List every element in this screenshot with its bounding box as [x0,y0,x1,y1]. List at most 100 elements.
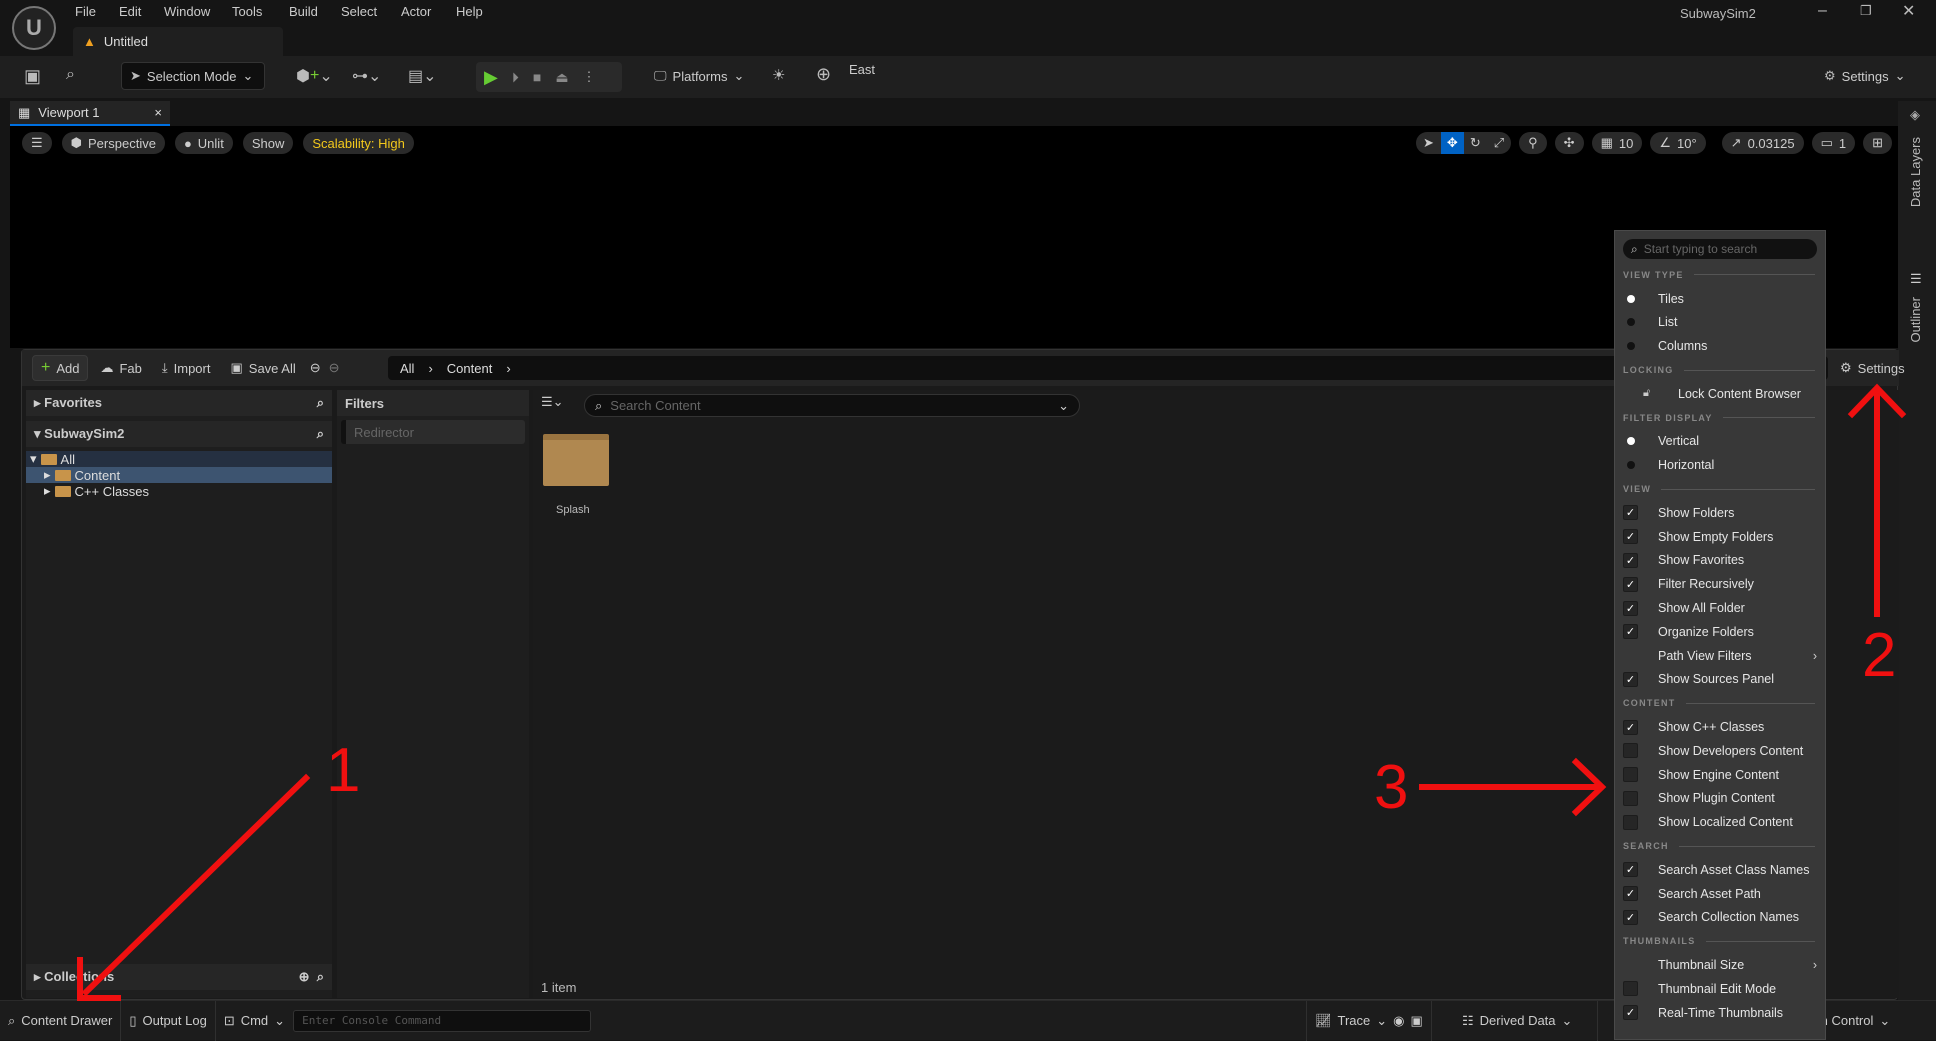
menu-item-show-engine-content[interactable]: Show Engine Content [1615,763,1825,787]
folder-tile-icon[interactable] [543,434,609,486]
fab-button[interactable]: ☁Fab [92,354,149,382]
derived-data-button[interactable]: ☷Derived Data⌄ [1454,1001,1598,1041]
menu-item-vertical[interactable]: Vertical [1615,430,1825,454]
more-options-icon[interactable]: ⋮ [583,69,596,85]
checkbox-checked[interactable]: ✓ [1623,577,1638,592]
grid-snap-button[interactable]: ▦10 [1592,132,1643,154]
data-layers-tab[interactable]: Data Layers [1908,137,1923,207]
menu-item-thumbnail-size[interactable]: Thumbnail Size› [1615,953,1825,977]
menu-item-show-c-classes[interactable]: ✓Show C++ Classes [1615,715,1825,739]
unreal-logo-icon[interactable]: U [12,6,56,50]
menu-item-show-plugin-content[interactable]: Show Plugin Content [1615,787,1825,811]
menu-window[interactable]: Window [164,4,210,19]
add-actor-icon[interactable]: ⬢+⌄ [296,66,333,86]
menu-item-show-favorites[interactable]: ✓Show Favorites [1615,549,1825,573]
menu-help[interactable]: Help [456,4,483,19]
camera-speed-button[interactable]: ▭1 [1812,132,1856,154]
menu-tools[interactable]: Tools [232,4,262,19]
menu-search-input[interactable]: ⌕Start typing to search [1623,239,1817,259]
filter-dropdown-icon[interactable]: ☰⌄ [541,394,564,410]
menu-item-real-time-thumbnails[interactable]: ✓Real-Time Thumbnails [1615,1001,1825,1025]
tree-item-cpp-classes[interactable]: ▸C++ Classes [26,483,332,499]
settings-toolbar-button[interactable]: ⚙ Settings ⌄ [1816,62,1914,90]
menu-item-filter-recursively[interactable]: ✓Filter Recursively [1615,572,1825,596]
minimize-icon[interactable]: – [1818,2,1827,20]
asset-tile-label[interactable]: Splash [556,504,590,516]
menu-item-lock-content-browser[interactable]: 🔓︎Lock Content Browser [1615,382,1825,406]
checkbox-unchecked[interactable] [1623,791,1638,806]
checkbox-unchecked[interactable] [1623,767,1638,782]
checkbox-checked[interactable]: ✓ [1623,505,1638,520]
close-window-icon[interactable]: ✕ [1902,1,1915,21]
breadcrumb-all[interactable]: All [400,361,414,376]
eject-icon[interactable]: ⏏ [555,69,568,86]
collections-section[interactable]: ▸ Collections⊕ ⌕ [26,964,332,990]
menu-item-search-asset-path[interactable]: ✓Search Asset Path [1615,882,1825,906]
breadcrumb-content[interactable]: Content [447,361,493,376]
menu-item-thumbnail-edit-mode[interactable]: Thumbnail Edit Mode [1615,977,1825,1001]
document-tab[interactable]: ▲ Untitled [73,27,283,56]
favorites-section[interactable]: ▸ Favorites⌕ [26,390,332,416]
checkbox-checked[interactable]: ✓ [1623,1005,1638,1020]
platforms-button[interactable]: 🖵 Platforms ⌄ [646,62,752,90]
menu-item-tiles[interactable]: Tiles [1615,287,1825,311]
checkbox-checked[interactable]: ✓ [1623,624,1638,639]
project-section[interactable]: ▾ SubwaySim2⌕ [26,421,332,447]
back-icon[interactable]: ⊖ [310,360,321,376]
crosshair-icon[interactable]: ⊕ [816,64,831,85]
menu-edit[interactable]: Edit [119,4,141,19]
checkbox-checked[interactable]: ✓ [1623,529,1638,544]
menu-actor[interactable]: Actor [401,4,431,19]
trace-button[interactable]: 📈︎Trace⌄◉▣ [1306,1001,1432,1041]
screenshot-icon[interactable]: ▣ [1411,1013,1423,1029]
search-content-input[interactable]: ⌕ Search Content ⌄ [584,394,1080,417]
scalability-button[interactable]: Scalability: High [303,132,414,154]
output-log-button[interactable]: ▯Output Log [121,1001,215,1041]
content-browser-settings-button[interactable]: ⚙Settings [1832,354,1913,382]
checkbox-checked[interactable]: ✓ [1623,720,1638,735]
rotate-icon[interactable]: ↻ [1464,135,1487,151]
cinematics-icon[interactable]: ▤⌄ [408,66,437,86]
checkbox-checked[interactable]: ✓ [1623,910,1638,925]
stop-icon[interactable]: ■ [533,69,541,85]
menu-item-horizontal[interactable]: Horizontal [1615,453,1825,477]
menu-item-search-collection-names[interactable]: ✓Search Collection Names [1615,906,1825,930]
menu-item-show-developers-content[interactable]: Show Developers Content [1615,739,1825,763]
checkbox-unchecked[interactable] [1623,743,1638,758]
menu-item-show-all-folder[interactable]: ✓Show All Folder [1615,596,1825,620]
skip-icon[interactable]: ⏵ [512,69,519,86]
checkbox-checked[interactable]: ✓ [1623,553,1638,568]
menu-item-organize-folders[interactable]: ✓Organize Folders [1615,620,1825,644]
checkbox-checked[interactable]: ✓ [1623,886,1638,901]
save-icon[interactable]: ▣ [24,66,41,87]
selection-mode-button[interactable]: ➤ Selection Mode ⌄ [121,62,265,90]
move-icon[interactable]: ✥ [1441,132,1464,154]
menu-select[interactable]: Select [341,4,377,19]
layout-icon[interactable]: ⊞ [1863,132,1892,154]
perspective-button[interactable]: ⬢Perspective [62,132,165,154]
outliner-tab[interactable]: Outliner [1908,297,1923,343]
menu-item-show-sources-panel[interactable]: ✓Show Sources Panel [1615,668,1825,692]
tree-item-all[interactable]: ▾All [26,451,332,467]
menu-file[interactable]: File [75,4,96,19]
menu-item-show-folders[interactable]: ✓Show Folders [1615,501,1825,525]
forward-icon[interactable]: ⊖ [329,360,340,376]
search-icon[interactable]: ⌕ [317,395,324,411]
angle-snap-button[interactable]: ∠10° [1650,132,1705,154]
checkbox-unchecked[interactable] [1623,815,1638,830]
content-drawer-button[interactable]: ⌕Content Drawer [0,1001,121,1041]
search-icon[interactable]: ⌕ [317,969,324,984]
restore-icon[interactable]: ❐ [1860,3,1872,19]
sun-icon[interactable]: ☀ [772,66,785,84]
menu-item-show-localized-content[interactable]: Show Localized Content [1615,810,1825,834]
checkbox-unchecked[interactable] [1623,981,1638,996]
menu-item-search-asset-class-names[interactable]: ✓Search Asset Class Names [1615,858,1825,882]
chevron-right-icon[interactable]: › [506,361,510,376]
menu-item-path-view-filters[interactable]: Path View Filters› [1615,644,1825,668]
close-tab-icon[interactable]: × [154,105,162,120]
menu-item-columns[interactable]: Columns [1615,334,1825,358]
checkbox-checked[interactable]: ✓ [1623,862,1638,877]
chevron-right-icon[interactable]: › [428,361,432,376]
menu-build[interactable]: Build [289,4,318,19]
search-icon[interactable]: ⌕ [317,426,324,442]
